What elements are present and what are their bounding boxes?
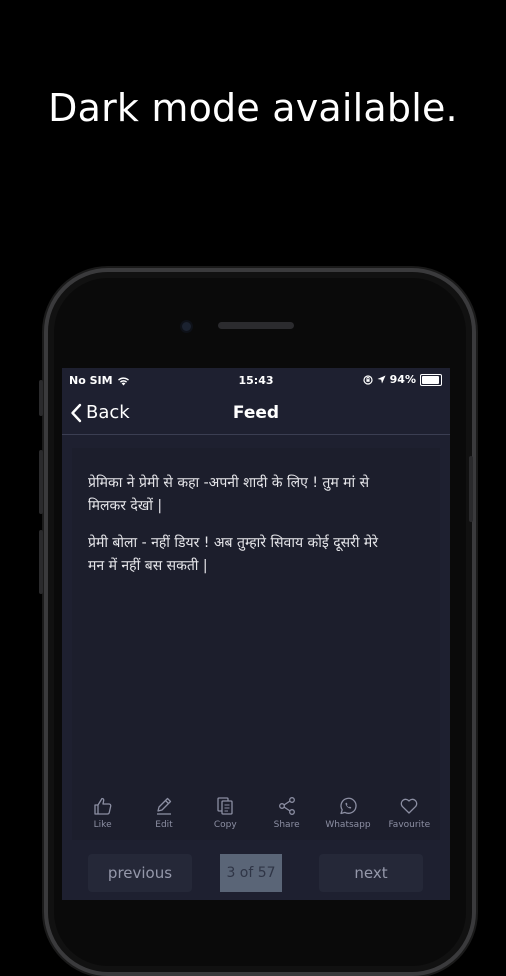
copy-label: Copy	[213, 820, 237, 830]
thumbs-up-icon	[94, 797, 112, 815]
back-button[interactable]: Back	[70, 402, 130, 423]
battery-level	[422, 375, 439, 384]
phone-volume-up-button	[39, 450, 43, 514]
share-icon	[278, 797, 295, 815]
edit-label: Edit	[155, 820, 173, 830]
chevron-left-icon	[71, 403, 82, 422]
back-label: Back	[86, 402, 130, 423]
orientation-lock-icon	[363, 374, 373, 385]
edit-button[interactable]: Edit	[137, 796, 191, 830]
pagination: previous 3 of 57 next	[62, 854, 450, 892]
whatsapp-button[interactable]: Whatsapp	[321, 796, 375, 830]
like-button[interactable]: Like	[76, 796, 130, 830]
front-camera	[182, 322, 191, 331]
promo-headline: Dark mode available.	[48, 86, 458, 130]
status-right: 94%	[363, 373, 442, 386]
phone-volume-down-button	[39, 530, 43, 594]
whatsapp-label: Whatsapp	[325, 820, 371, 830]
navigation-bar: Back Feed	[62, 394, 450, 435]
whatsapp-icon	[340, 797, 357, 815]
phone-power-button	[469, 456, 473, 522]
battery-icon	[420, 373, 442, 386]
next-button[interactable]: next	[319, 854, 423, 892]
post-text: प्रेमिका ने प्रेमी से कहा -अपनी शादी के …	[88, 472, 388, 592]
previous-button[interactable]: previous	[88, 854, 192, 892]
favourite-button[interactable]: Favourite	[382, 796, 436, 830]
post-card: प्रेमिका ने प्रेमी से कहा -अपनी शादी के …	[72, 448, 440, 840]
location-arrow-icon	[377, 375, 386, 384]
pencil-icon	[156, 797, 172, 815]
copy-icon	[217, 797, 233, 815]
status-bar: No SIM 15:43 94%	[62, 368, 450, 394]
share-button[interactable]: Share	[260, 796, 314, 830]
earpiece-speaker	[218, 322, 294, 329]
phone-side-button	[39, 380, 43, 416]
app-screen: No SIM 15:43 94% Back Feed प्रेमिका ने प…	[62, 368, 450, 900]
page-counter: 3 of 57	[220, 854, 282, 892]
favourite-label: Favourite	[388, 820, 431, 830]
post-paragraph: प्रेमिका ने प्रेमी से कहा -अपनी शादी के …	[88, 475, 370, 514]
action-bar: Like Edit Copy Share Whatsapp Favourite	[72, 796, 440, 830]
share-label: Share	[273, 820, 300, 830]
battery-percent: 94%	[389, 373, 416, 386]
heart-icon	[400, 798, 418, 814]
copy-button[interactable]: Copy	[198, 796, 252, 830]
post-paragraph: प्रेमी बोला - नहीं डियर ! अब तुम्हारे सि…	[88, 535, 379, 574]
like-label: Like	[93, 820, 112, 830]
